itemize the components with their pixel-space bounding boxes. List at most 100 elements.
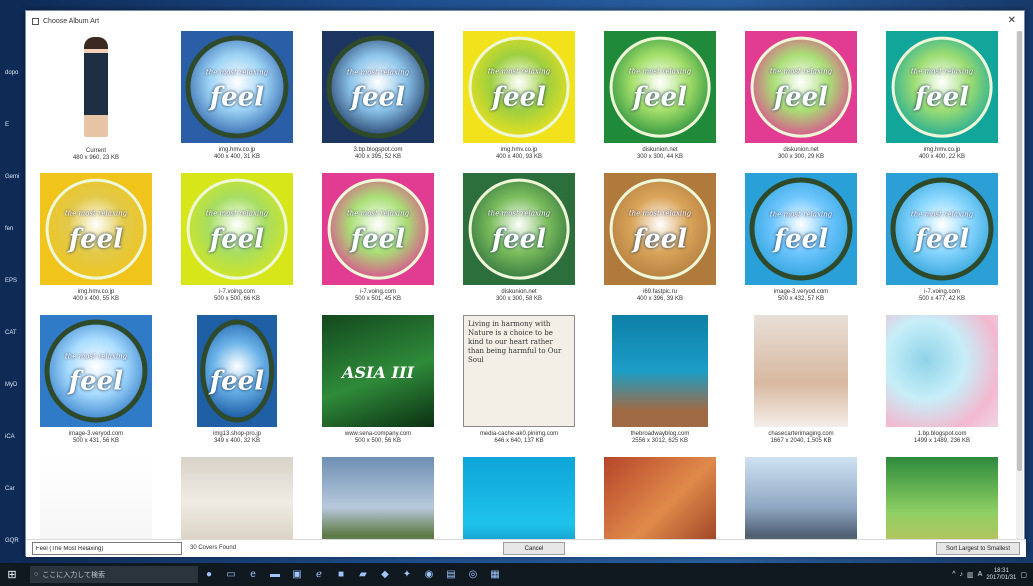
album-art-result[interactable]: ASIA III www.sena-company.com 500 x 500, 5… — [308, 315, 448, 445]
music-app-icon[interactable]: ◎ — [462, 563, 484, 586]
album-art-result[interactable] — [872, 457, 1012, 539]
album-art-result[interactable]: thebroadwayblog.com 2556 x 3012, 625 KB — [590, 315, 730, 445]
album-art-thumbnail[interactable] — [463, 457, 575, 539]
microphone-icon[interactable]: ● — [198, 563, 220, 586]
result-dimensions: 500 x 500, 56 KB — [354, 438, 402, 444]
album-art-thumbnail[interactable] — [886, 457, 998, 539]
album-art-thumbnail[interactable]: the most relaxing feel — [886, 31, 998, 143]
album-art-result[interactable]: the most relaxing feel i-7.voing.com 500 x … — [308, 173, 448, 303]
chevron-up-icon[interactable]: ^ — [952, 571, 955, 578]
file-explorer-icon[interactable]: ▬ — [264, 563, 286, 586]
cancel-button[interactable]: Cancel — [503, 542, 565, 555]
album-art-result[interactable]: the most relaxing feel img.hmv.co.jp 400 x … — [449, 31, 589, 161]
album-art-result[interactable] — [167, 457, 307, 539]
choose-album-art-dialog: Choose Album Art ✕ Current 480 x 960, 23 … — [25, 10, 1026, 557]
network-icon[interactable]: ▥ — [967, 571, 974, 579]
desktop-shortcut-label[interactable]: EPS — [0, 278, 26, 284]
album-art-result[interactable]: the most relaxing feel img.hmv.co.jp 400 x … — [872, 31, 1012, 161]
cover-title-art: feel — [209, 366, 265, 397]
album-art-result[interactable] — [590, 457, 730, 539]
album-art-thumbnail[interactable]: the most relaxing feel — [181, 31, 293, 143]
album-art-result[interactable]: Living in harmony with Nature is a choic… — [449, 315, 589, 445]
album-art-thumbnail[interactable]: the most relaxing feel — [745, 173, 857, 285]
album-art-thumbnail[interactable]: the most relaxing feel — [463, 173, 575, 285]
taskbar-search-box[interactable]: ○ ここに入力して検索 — [30, 566, 198, 583]
store-icon[interactable]: ▣ — [286, 563, 308, 586]
album-art-thumbnail[interactable]: the most relaxing feel — [40, 173, 152, 285]
desktop-shortcut-label[interactable]: E — [0, 122, 26, 128]
album-art-result[interactable]: the most relaxing feel diskunion.net 300 x … — [590, 31, 730, 161]
search-input[interactable] — [32, 542, 182, 555]
album-art-result[interactable]: the most relaxing feel diskunion.net 300 x … — [731, 31, 871, 161]
album-art-result[interactable]: the most relaxing feel image-3.veryod.com 5… — [731, 173, 871, 303]
vertical-scrollbar[interactable] — [1016, 31, 1023, 539]
album-art-result[interactable]: Current 480 x 960, 23 KB — [26, 31, 166, 162]
album-art-result[interactable] — [26, 457, 166, 539]
album-art-thumbnail[interactable] — [604, 457, 716, 539]
settings-app-icon[interactable]: ✦ — [396, 563, 418, 586]
album-art-result[interactable]: feel img13.shop-pro.jp 349 x 400, 32 KB — [167, 315, 307, 445]
clock[interactable]: 18:31 2017/01/31 — [986, 568, 1016, 582]
album-art-thumbnail[interactable]: the most relaxing feel — [886, 173, 998, 285]
album-art-thumbnail[interactable] — [886, 315, 998, 427]
album-art-result[interactable]: the most relaxing feel i-7.voing.com 500 x … — [872, 173, 1012, 303]
result-dimensions: 480 x 960, 23 KB — [72, 155, 120, 161]
windows-start-icon[interactable]: ⊞ — [0, 563, 24, 586]
album-art-result[interactable] — [449, 457, 589, 539]
album-art-result[interactable]: the most relaxing feel i-7.voing.com 500 x … — [167, 173, 307, 303]
album-art-thumbnail[interactable] — [40, 457, 152, 539]
album-art-thumbnail[interactable]: the most relaxing feel — [322, 31, 434, 143]
album-art-thumbnail[interactable] — [322, 457, 434, 539]
album-art-result[interactable] — [308, 457, 448, 539]
sort-button[interactable]: Sort Largest to Smallest — [936, 542, 1020, 555]
media-player-icon[interactable]: ◉ — [418, 563, 440, 586]
paint-icon[interactable]: ◆ — [374, 563, 396, 586]
album-art-result[interactable]: 1.bp.blogspot.com 1499 x 1489, 236 KB — [872, 315, 1012, 445]
desktop-shortcut-label[interactable]: Car — [0, 486, 26, 492]
cover-disc-graphic: the most relaxing feel — [327, 178, 429, 280]
desktop-shortcut-label[interactable]: Gemi — [0, 174, 26, 180]
album-art-result[interactable] — [731, 457, 871, 539]
album-art-thumbnail[interactable]: the most relaxing feel — [745, 31, 857, 143]
album-art-thumbnail[interactable]: the most relaxing feel — [604, 31, 716, 143]
album-art-thumbnail[interactable]: the most relaxing feel — [463, 31, 575, 143]
cover-title-art: feel — [68, 224, 124, 255]
photos-app-icon[interactable]: ▦ — [484, 563, 506, 586]
album-art-result[interactable]: the most relaxing feel i69.fastpic.ru 400 x… — [590, 173, 730, 303]
album-art-thumbnail[interactable]: the most relaxing feel — [40, 315, 152, 427]
close-icon[interactable]: ✕ — [1008, 15, 1016, 26]
album-art-result[interactable]: the most relaxing feel 3.bp.blogspot.com 40… — [308, 31, 448, 161]
album-art-thumbnail[interactable]: feel — [197, 315, 277, 427]
album-art-thumbnail[interactable] — [745, 457, 857, 539]
notifications-icon[interactable]: ▢ — [1020, 571, 1027, 579]
desktop-shortcut-label[interactable]: fen — [0, 226, 26, 232]
internet-explorer-icon[interactable]: ℯ — [308, 563, 330, 586]
album-art-thumbnail[interactable] — [612, 315, 708, 427]
edge-browser-icon[interactable]: e — [242, 563, 264, 586]
album-art-result[interactable]: the most relaxing feel image-3.veryod.com 5… — [26, 315, 166, 445]
album-art-thumbnail[interactable]: the most relaxing feel — [322, 173, 434, 285]
desktop-shortcut-label[interactable]: iCA — [0, 434, 26, 440]
scrollbar-thumb[interactable] — [1017, 31, 1022, 471]
calculator-icon[interactable]: ▤ — [440, 563, 462, 586]
desktop-shortcut-label[interactable]: GQR — [0, 538, 26, 544]
album-art-result[interactable]: the most relaxing feel img.hmv.co.jp 400 x … — [167, 31, 307, 161]
album-art-result[interactable]: the most relaxing feel img.hmv.co.jp 400 x … — [26, 173, 166, 303]
task-view-icon[interactable]: ▭ — [220, 563, 242, 586]
app-icon[interactable]: ■ — [330, 563, 352, 586]
desktop-shortcut-label[interactable]: MyD — [0, 382, 26, 388]
album-art-thumbnail[interactable] — [56, 31, 136, 144]
folder-icon[interactable]: ▰ — [352, 563, 374, 586]
album-art-thumbnail[interactable] — [181, 457, 293, 539]
album-art-thumbnail[interactable]: the most relaxing feel — [181, 173, 293, 285]
ime-indicator[interactable]: A — [978, 571, 983, 578]
album-art-thumbnail[interactable]: Living in harmony with Nature is a choic… — [463, 315, 575, 427]
album-art-result[interactable]: the most relaxing feel diskunion.net 300 x … — [449, 173, 589, 303]
album-art-thumbnail[interactable] — [754, 315, 848, 427]
desktop-shortcut-label[interactable]: CAT — [0, 330, 26, 336]
volume-icon[interactable]: ♪ — [960, 571, 964, 578]
album-art-thumbnail[interactable]: the most relaxing feel — [604, 173, 716, 285]
album-art-thumbnail[interactable]: ASIA III — [322, 315, 434, 427]
desktop-shortcut-label[interactable]: dopo — [0, 70, 26, 76]
album-art-result[interactable]: chasecarterimaging.com 1667 x 2040, 1,505… — [731, 315, 871, 445]
